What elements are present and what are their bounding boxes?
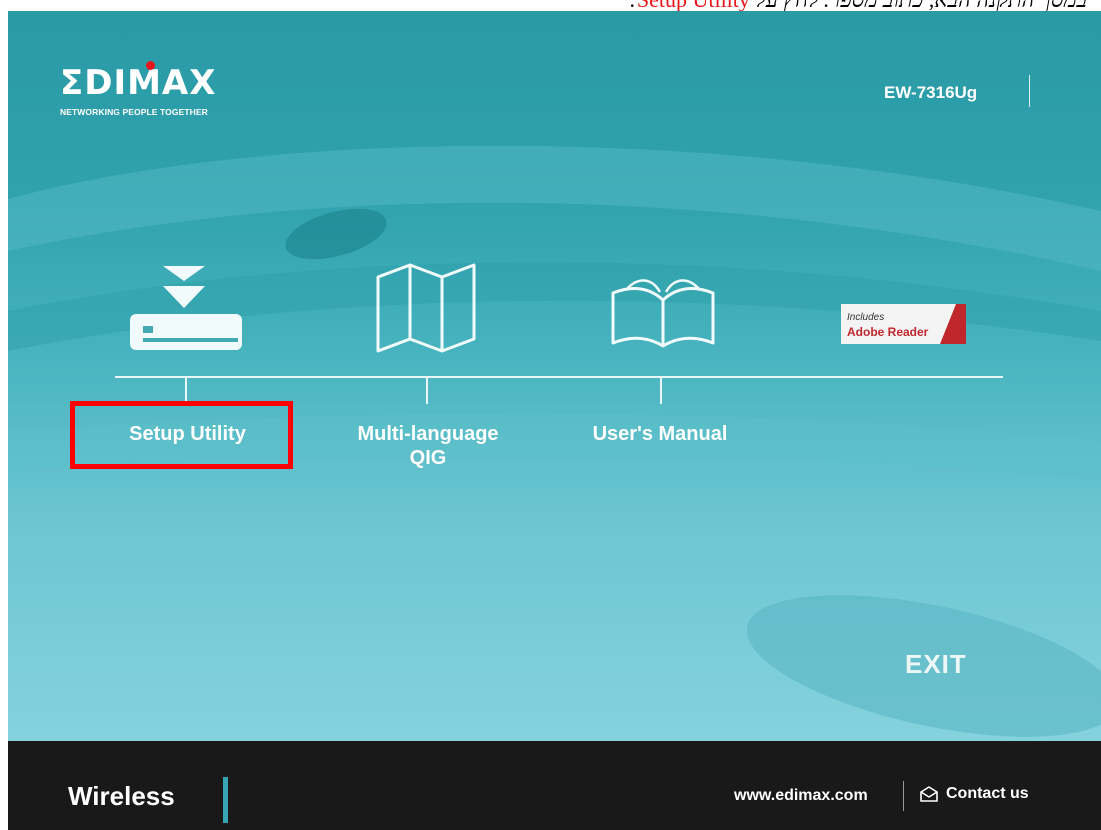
- website-link[interactable]: www.edimax.com: [734, 787, 868, 805]
- footer-bar: Wireless www.edimax.com Contact us: [8, 741, 1101, 830]
- model-divider: [1029, 75, 1030, 107]
- adobe-includes-text: Includes: [847, 312, 884, 323]
- users-manual-link[interactable]: User's Manual: [560, 422, 760, 446]
- instruction-caption: במסך התקנה הבא, כתוב מספר. לחץ על Setup …: [630, 0, 1087, 11]
- logo-tagline: NETWORKING PEOPLE TOGETHER: [60, 107, 208, 117]
- footer-wireless: Wireless: [68, 781, 175, 811]
- model-number: EW-7316Ug: [884, 83, 978, 102]
- menu-divider-line: [115, 376, 1003, 378]
- multi-language-qig-link[interactable]: Multi-language QIG: [319, 422, 537, 470]
- envelope-icon: [920, 786, 938, 802]
- edimax-logo: ΣDIMAX NETWORKING PEOPLE TOGETHER: [60, 61, 260, 121]
- setup-tick: [185, 377, 187, 404]
- qig-label-line2: QIG: [409, 447, 447, 469]
- qig-label-line1: Multi-language: [357, 423, 499, 445]
- qig-map-icon[interactable]: [376, 263, 476, 353]
- setup-utility-highlight-box: [70, 401, 293, 469]
- autorun-window: ΣDIMAX NETWORKING PEOPLE TOGETHER EW-731…: [8, 11, 1101, 741]
- exit-button[interactable]: EXIT: [905, 649, 967, 680]
- logo-dot: [146, 61, 155, 70]
- manual-book-icon[interactable]: [608, 268, 718, 348]
- footer-accent-bar: [223, 777, 228, 823]
- contact-us-link[interactable]: Contact us: [920, 785, 1029, 803]
- adobe-reader-text: Adobe Reader: [847, 325, 929, 339]
- logo-wordmark: ΣDIMAX: [60, 63, 217, 103]
- qig-tick: [426, 377, 428, 404]
- footer-divider: [903, 781, 904, 811]
- setup-utility-icon[interactable]: [123, 266, 248, 356]
- manual-tick: [660, 377, 662, 404]
- adobe-reader-badge[interactable]: Includes Adobe Reader: [841, 304, 966, 344]
- contact-us-label: Contact us: [946, 785, 1029, 802]
